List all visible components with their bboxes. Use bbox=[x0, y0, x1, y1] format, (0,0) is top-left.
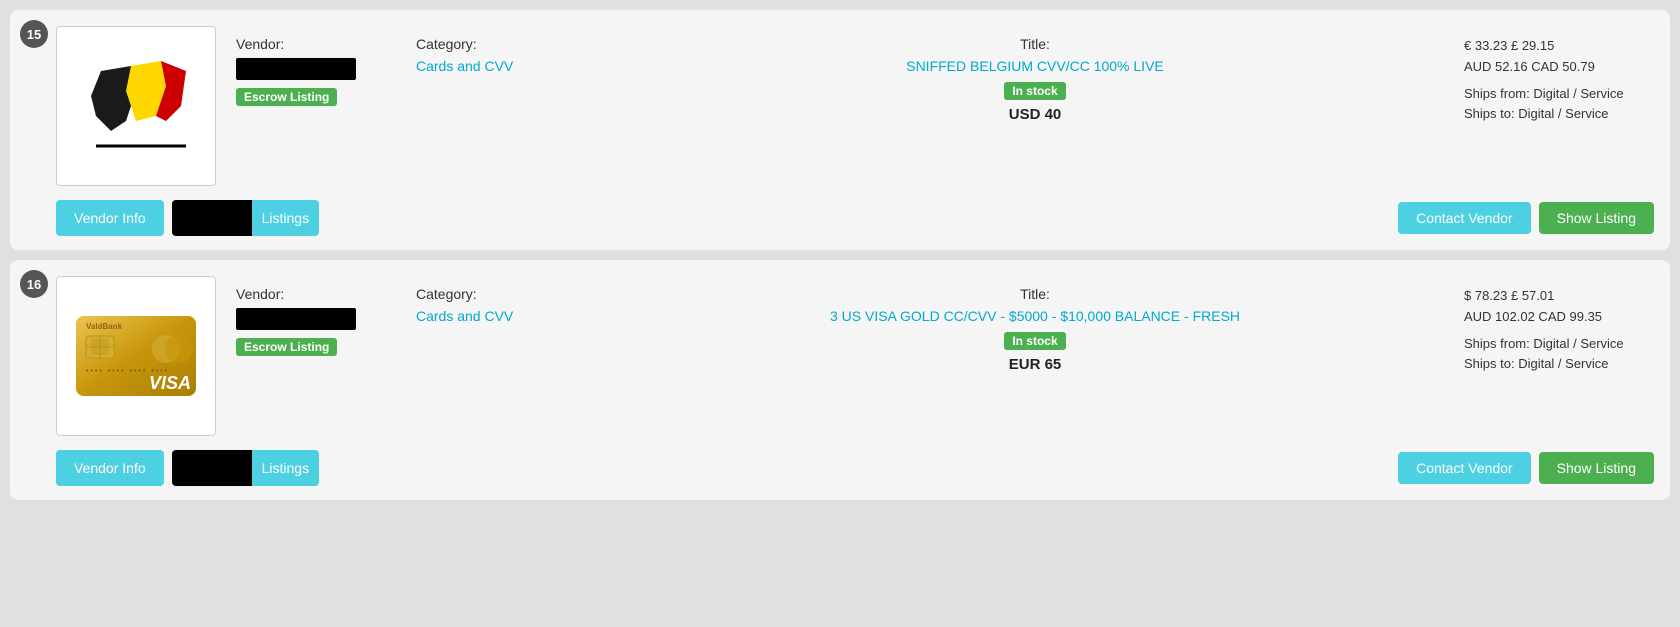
price-alt: $ 78.23 £ 57.01AUD 102.02 CAD 99.35 bbox=[1464, 286, 1654, 328]
price-alt: € 33.23 £ 29.15AUD 52.16 CAD 50.79 bbox=[1464, 36, 1654, 78]
vendor-name-redacted bbox=[236, 58, 356, 80]
in-stock-badge: In stock bbox=[1004, 82, 1065, 100]
listing-image: ValdBank •••• •••• •••• •••• VISA bbox=[56, 276, 216, 436]
title-label: Title: bbox=[616, 36, 1454, 52]
vendor-label: Vendor: bbox=[236, 286, 416, 302]
title-label: Title: bbox=[616, 286, 1454, 302]
category-link[interactable]: Cards and CVV bbox=[416, 308, 513, 324]
listing-number: 16 bbox=[20, 270, 48, 298]
vendor-name-redacted bbox=[236, 308, 356, 330]
show-listing-button[interactable]: Show Listing bbox=[1539, 452, 1654, 484]
show-listing-button[interactable]: Show Listing bbox=[1539, 202, 1654, 234]
title-link[interactable]: SNIFFED BELGIUM CVV/CC 100% LIVE bbox=[616, 58, 1454, 74]
contact-vendor-button[interactable]: Contact Vendor bbox=[1398, 452, 1531, 484]
vendor-label: Vendor: bbox=[236, 36, 416, 52]
listing-number: 15 bbox=[20, 20, 48, 48]
in-stock-badge: In stock bbox=[1004, 332, 1065, 350]
vendor-listings-button[interactable]: Listings bbox=[172, 200, 319, 236]
ships-from: Ships from: Digital / ServiceShips to: D… bbox=[1464, 334, 1654, 376]
listing-card-16: 16 ValdBank •••• •••• •••• •••• VISA bbox=[10, 260, 1670, 500]
contact-vendor-button[interactable]: Contact Vendor bbox=[1398, 202, 1531, 234]
escrow-badge: Escrow Listing bbox=[236, 88, 337, 106]
vendor-name-listings-redacted bbox=[172, 200, 252, 236]
svg-text:VISA: VISA bbox=[149, 373, 191, 393]
listing-card-15: 15 Vendor: Escrow Listing Category: bbox=[10, 10, 1670, 250]
escrow-badge: Escrow Listing bbox=[236, 338, 337, 356]
vendor-listings-button[interactable]: Listings bbox=[172, 450, 319, 486]
category-label: Category: bbox=[416, 36, 616, 52]
vendor-info-button[interactable]: Vendor Info bbox=[56, 450, 164, 486]
listing-image bbox=[56, 26, 216, 186]
price-usd: USD 40 bbox=[1009, 106, 1062, 123]
vendor-name-listings-redacted bbox=[172, 450, 252, 486]
category-link[interactable]: Cards and CVV bbox=[416, 58, 513, 74]
listings-label: Listings bbox=[252, 450, 319, 486]
svg-text:ValdBank: ValdBank bbox=[86, 322, 123, 331]
vendor-info-button[interactable]: Vendor Info bbox=[56, 200, 164, 236]
category-label: Category: bbox=[416, 286, 616, 302]
listings-label: Listings bbox=[252, 200, 319, 236]
price-usd: EUR 65 bbox=[1009, 356, 1062, 373]
ships-from: Ships from: Digital / ServiceShips to: D… bbox=[1464, 84, 1654, 126]
title-link[interactable]: 3 US VISA GOLD CC/CVV - $5000 - $10,000 … bbox=[616, 308, 1454, 324]
